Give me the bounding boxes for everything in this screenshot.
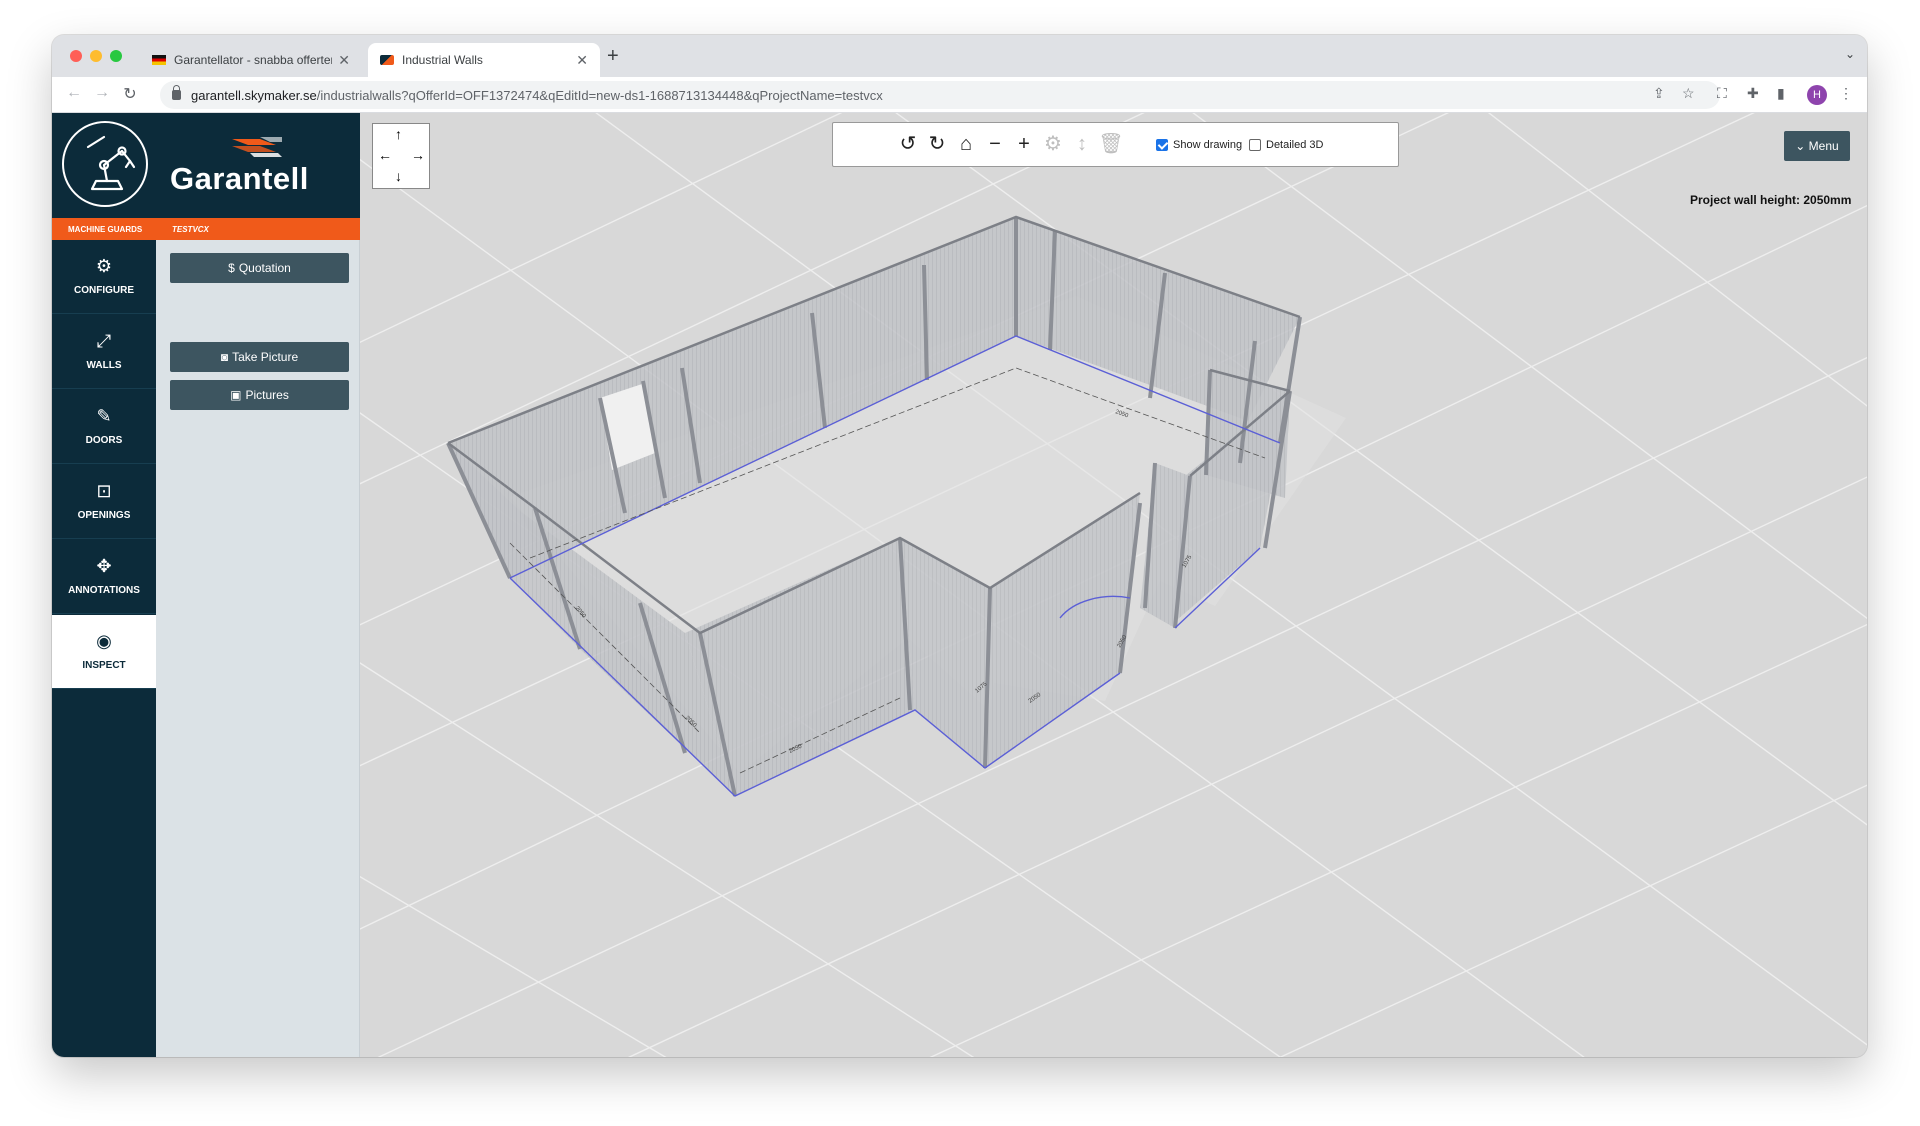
menu-label: Menu [1808, 139, 1839, 153]
project-bar: MACHINE GUARDS TESTVCX [52, 218, 360, 240]
nav-label: ANNOTATIONS [68, 585, 140, 596]
bookmark-star-icon[interactable]: ☆ [1682, 85, 1695, 102]
robot-arm-logo-icon [62, 121, 148, 207]
pan-left-icon[interactable]: ← [378, 147, 392, 163]
tab-garantellator[interactable]: Garantellator - snabba offerter ✕ [140, 43, 362, 77]
pan-down-icon[interactable]: ↓ [395, 168, 402, 184]
rotate-left-icon[interactable]: ↺ [895, 132, 921, 156]
back-icon[interactable]: ← [64, 84, 84, 102]
brand-header: Garantell [52, 113, 360, 218]
chevron-down-icon: ⌄ [1795, 139, 1809, 153]
pictures-button[interactable]: ▣ Pictures [170, 380, 349, 410]
show-drawing-toggle[interactable]: Show drawing [1156, 139, 1242, 151]
settings-gear-icon[interactable]: ⚙ [1040, 132, 1066, 156]
pan-right-icon[interactable]: → [411, 147, 425, 163]
3d-viewport[interactable]: 2050 2050 2050 1075 2050 2050 1075 2050 … [360, 113, 1867, 1057]
take-picture-label: Take Picture [232, 350, 299, 364]
vertical-arrows-icon[interactable]: ↕ [1069, 132, 1095, 156]
share-icon[interactable]: ⇪ [1653, 85, 1665, 102]
resize-arrows-icon: ⤢ [96, 331, 112, 351]
zoom-window-button[interactable] [110, 50, 122, 62]
nav-openings[interactable]: ⊡ OPENINGS [52, 465, 156, 539]
nav-configure[interactable]: ⚙ CONFIGURE [52, 240, 156, 314]
app-area: Garantell MACHINE GUARDS TESTVCX ⚙ CONFI… [52, 113, 1867, 1057]
browser-window: Garantellator - snabba offerter ✕ Indust… [52, 35, 1867, 1057]
category-label: MACHINE GUARDS [68, 225, 143, 234]
square-opening-icon: ⊡ [96, 481, 112, 501]
project-name: TESTVCX [172, 225, 209, 234]
reload-icon[interactable]: ↻ [120, 84, 140, 104]
nav-label: WALLS [86, 360, 122, 371]
detailed-3d-checkbox[interactable] [1249, 139, 1261, 151]
brand-name: Garantell [170, 161, 309, 196]
app-favicon-icon [380, 55, 394, 65]
side-panel-icon[interactable]: ▮ [1777, 85, 1785, 102]
briefcase-icon: ▣ [230, 388, 242, 402]
camera-icon: ◙ [220, 350, 229, 364]
nav-doors[interactable]: ✎ DOORS [52, 390, 156, 464]
detailed-3d-toggle[interactable]: Detailed 3D [1249, 139, 1323, 151]
close-tab-icon[interactable]: ✕ [338, 52, 350, 69]
view-toolbar: ↺ ↻ ⌂ − + ⚙ ↕ 🗑 Show drawing Detailed 3D [832, 122, 1399, 167]
pan-arrow-pad[interactable]: ↑ ← → ↓ [372, 123, 430, 189]
trash-icon[interactable]: 🗑 [1098, 132, 1124, 156]
home-icon[interactable]: ⌂ [953, 132, 979, 156]
tab-search-chevron-icon[interactable]: ⌄ [1845, 47, 1855, 61]
tab-strip: Garantellator - snabba offerter ✕ Indust… [52, 35, 1867, 77]
side-panel: $ Quotation ◙ Take Picture ▣ Pictures [156, 240, 360, 1057]
take-picture-button[interactable]: ◙ Take Picture [170, 342, 349, 372]
address-bar[interactable]: garantell.skymaker.se/industrialwalls?qO… [160, 81, 1720, 109]
new-tab-icon[interactable]: + [607, 45, 619, 68]
zoom-in-icon[interactable]: + [1011, 132, 1037, 156]
url-host: garantell.skymaker.se [191, 87, 317, 103]
screenshot-icon[interactable]: ⛶ [1717, 85, 1727, 102]
nav-walls[interactable]: ⤢ WALLS [52, 315, 156, 389]
profile-avatar[interactable]: H [1807, 85, 1827, 105]
close-window-button[interactable] [70, 50, 82, 62]
wall-height-text: Project wall height: 2050mm [1690, 193, 1852, 207]
tab-label: Industrial Walls [402, 53, 483, 67]
lock-icon [172, 85, 181, 100]
browser-toolbar: ← → ↻ garantell.skymaker.se/industrialwa… [52, 77, 1867, 113]
detailed-3d-label: Detailed 3D [1266, 139, 1324, 151]
tab-label: Garantellator - snabba offerter [174, 53, 333, 67]
show-drawing-checkbox[interactable] [1156, 139, 1168, 151]
tab-industrial-walls[interactable]: Industrial Walls ✕ [368, 43, 600, 77]
extensions-icon[interactable]: ✚ [1747, 85, 1759, 102]
pictures-label: Pictures [245, 388, 289, 402]
show-drawing-label: Show drawing [1173, 139, 1243, 151]
close-tab-icon[interactable]: ✕ [576, 52, 588, 69]
eye-icon: ◉ [96, 631, 112, 651]
forward-icon[interactable]: → [92, 84, 112, 102]
crosshair-arrows-icon: ✥ [96, 556, 112, 576]
rotate-right-icon[interactable]: ↻ [924, 132, 950, 156]
nav-label: INSPECT [82, 660, 126, 671]
menu-button[interactable]: ⌄ Menu [1784, 131, 1850, 161]
quotation-label: Quotation [238, 261, 291, 275]
url-path: /industrialwalls?qOfferId=OFF1372474&qEd… [316, 87, 883, 103]
more-menu-icon[interactable]: ⋮ [1839, 85, 1853, 102]
nav-label: DOORS [85, 435, 123, 446]
enclosure-3d-scene[interactable]: 2050 2050 2050 1075 2050 2050 1075 2050 [360, 113, 1867, 1057]
gear-icon: ⚙ [95, 256, 113, 276]
quotation-button[interactable]: $ Quotation [170, 253, 349, 283]
nav-annotations[interactable]: ✥ ANNOTATIONS [52, 540, 156, 614]
minimize-window-button[interactable] [90, 50, 102, 62]
brand-stripes-icon [232, 137, 282, 157]
edit-square-icon: ✎ [96, 406, 112, 426]
nav-inspect[interactable]: ◉ INSPECT [52, 615, 156, 689]
side-nav: ⚙ CONFIGURE ⤢ WALLS ✎ DOORS ⊡ OPENINGS ✥… [52, 240, 156, 1057]
flag-favicon-icon [152, 55, 166, 65]
pan-up-icon[interactable]: ↑ [395, 126, 402, 142]
dollar-icon: $ [228, 261, 235, 275]
nav-label: OPENINGS [77, 510, 131, 521]
nav-label: CONFIGURE [74, 285, 134, 296]
zoom-out-icon[interactable]: − [982, 132, 1008, 156]
